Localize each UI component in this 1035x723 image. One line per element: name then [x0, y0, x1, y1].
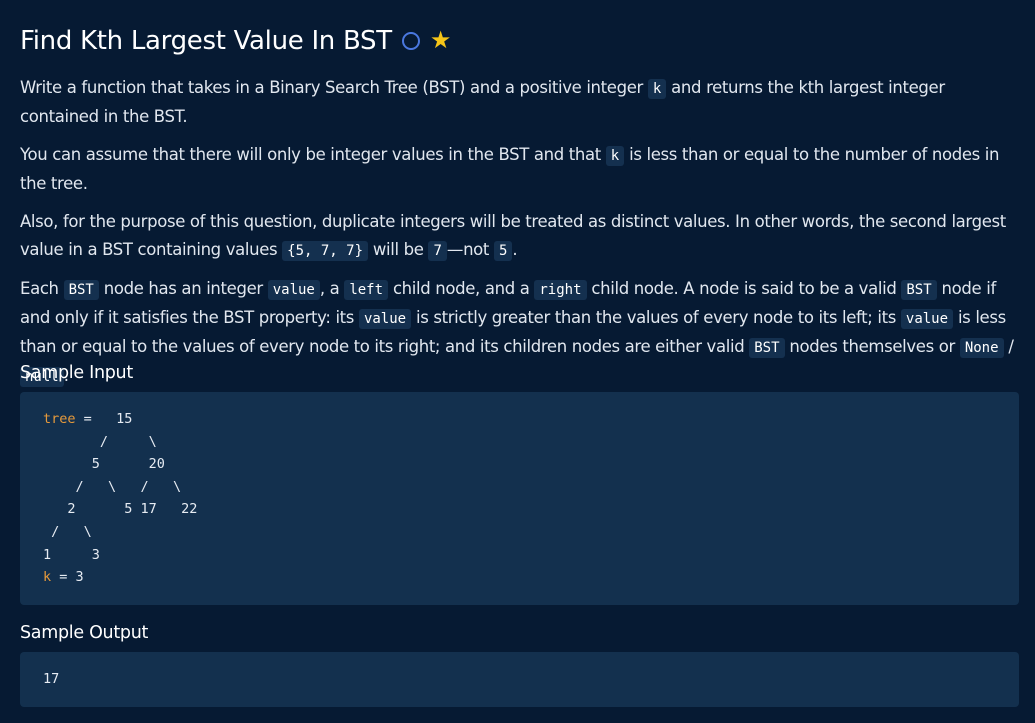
- sample-output-code-block[interactable]: 17: [20, 652, 1019, 707]
- title-row: Find Kth Largest Value In BST ★: [20, 24, 1019, 58]
- inline-code: value: [267, 280, 320, 300]
- tree-diagram: / \ 5 20 / \ / \ 2 5 17 22 / \ 1 3: [43, 433, 198, 563]
- inline-code: right: [534, 280, 587, 300]
- inline-code: BST: [901, 280, 937, 300]
- description-paragraph-1: Write a function that takes in a Binary …: [20, 78, 945, 126]
- inline-code: {5, 7, 7}: [282, 241, 369, 261]
- inline-code: k: [605, 146, 625, 166]
- inline-code: value: [900, 309, 954, 329]
- sample-output-code: 17: [43, 671, 60, 687]
- description-paragraph-2: You can assume that there will only be i…: [20, 145, 1000, 193]
- inline-code: 5: [493, 241, 513, 261]
- problem-title: Find Kth Largest Value In BST: [20, 26, 392, 56]
- inline-code: None: [959, 338, 1004, 358]
- description-paragraph-4: Each BST node has an integer value, a le…: [20, 279, 1014, 387]
- description-paragraph-3: Also, for the purpose of this question, …: [20, 212, 1006, 261]
- sample-input-heading: Sample Input: [20, 363, 133, 383]
- inline-code: BST: [63, 280, 99, 300]
- circle-outline-icon[interactable]: [401, 32, 420, 50]
- inline-code: 7: [428, 241, 447, 261]
- problem-panel: Find Kth Largest Value In BST ★ Write a …: [20, 0, 1019, 707]
- inline-code: value: [358, 309, 412, 329]
- inline-code: left: [344, 280, 389, 300]
- sample-output-heading: Sample Output: [20, 623, 149, 643]
- inline-code: k: [647, 79, 667, 99]
- star-icon[interactable]: ★: [430, 29, 452, 53]
- sample-input-code: tree = 15 / \ 5 20 / \ / \ 2 5 17 22 / \…: [43, 411, 198, 586]
- tree-variable: tree: [43, 411, 76, 427]
- k-variable: k: [43, 569, 52, 586]
- sample-input-code-block[interactable]: tree = 15 / \ 5 20 / \ / \ 2 5 17 22 / \…: [20, 392, 1019, 605]
- inline-code: BST: [749, 338, 785, 358]
